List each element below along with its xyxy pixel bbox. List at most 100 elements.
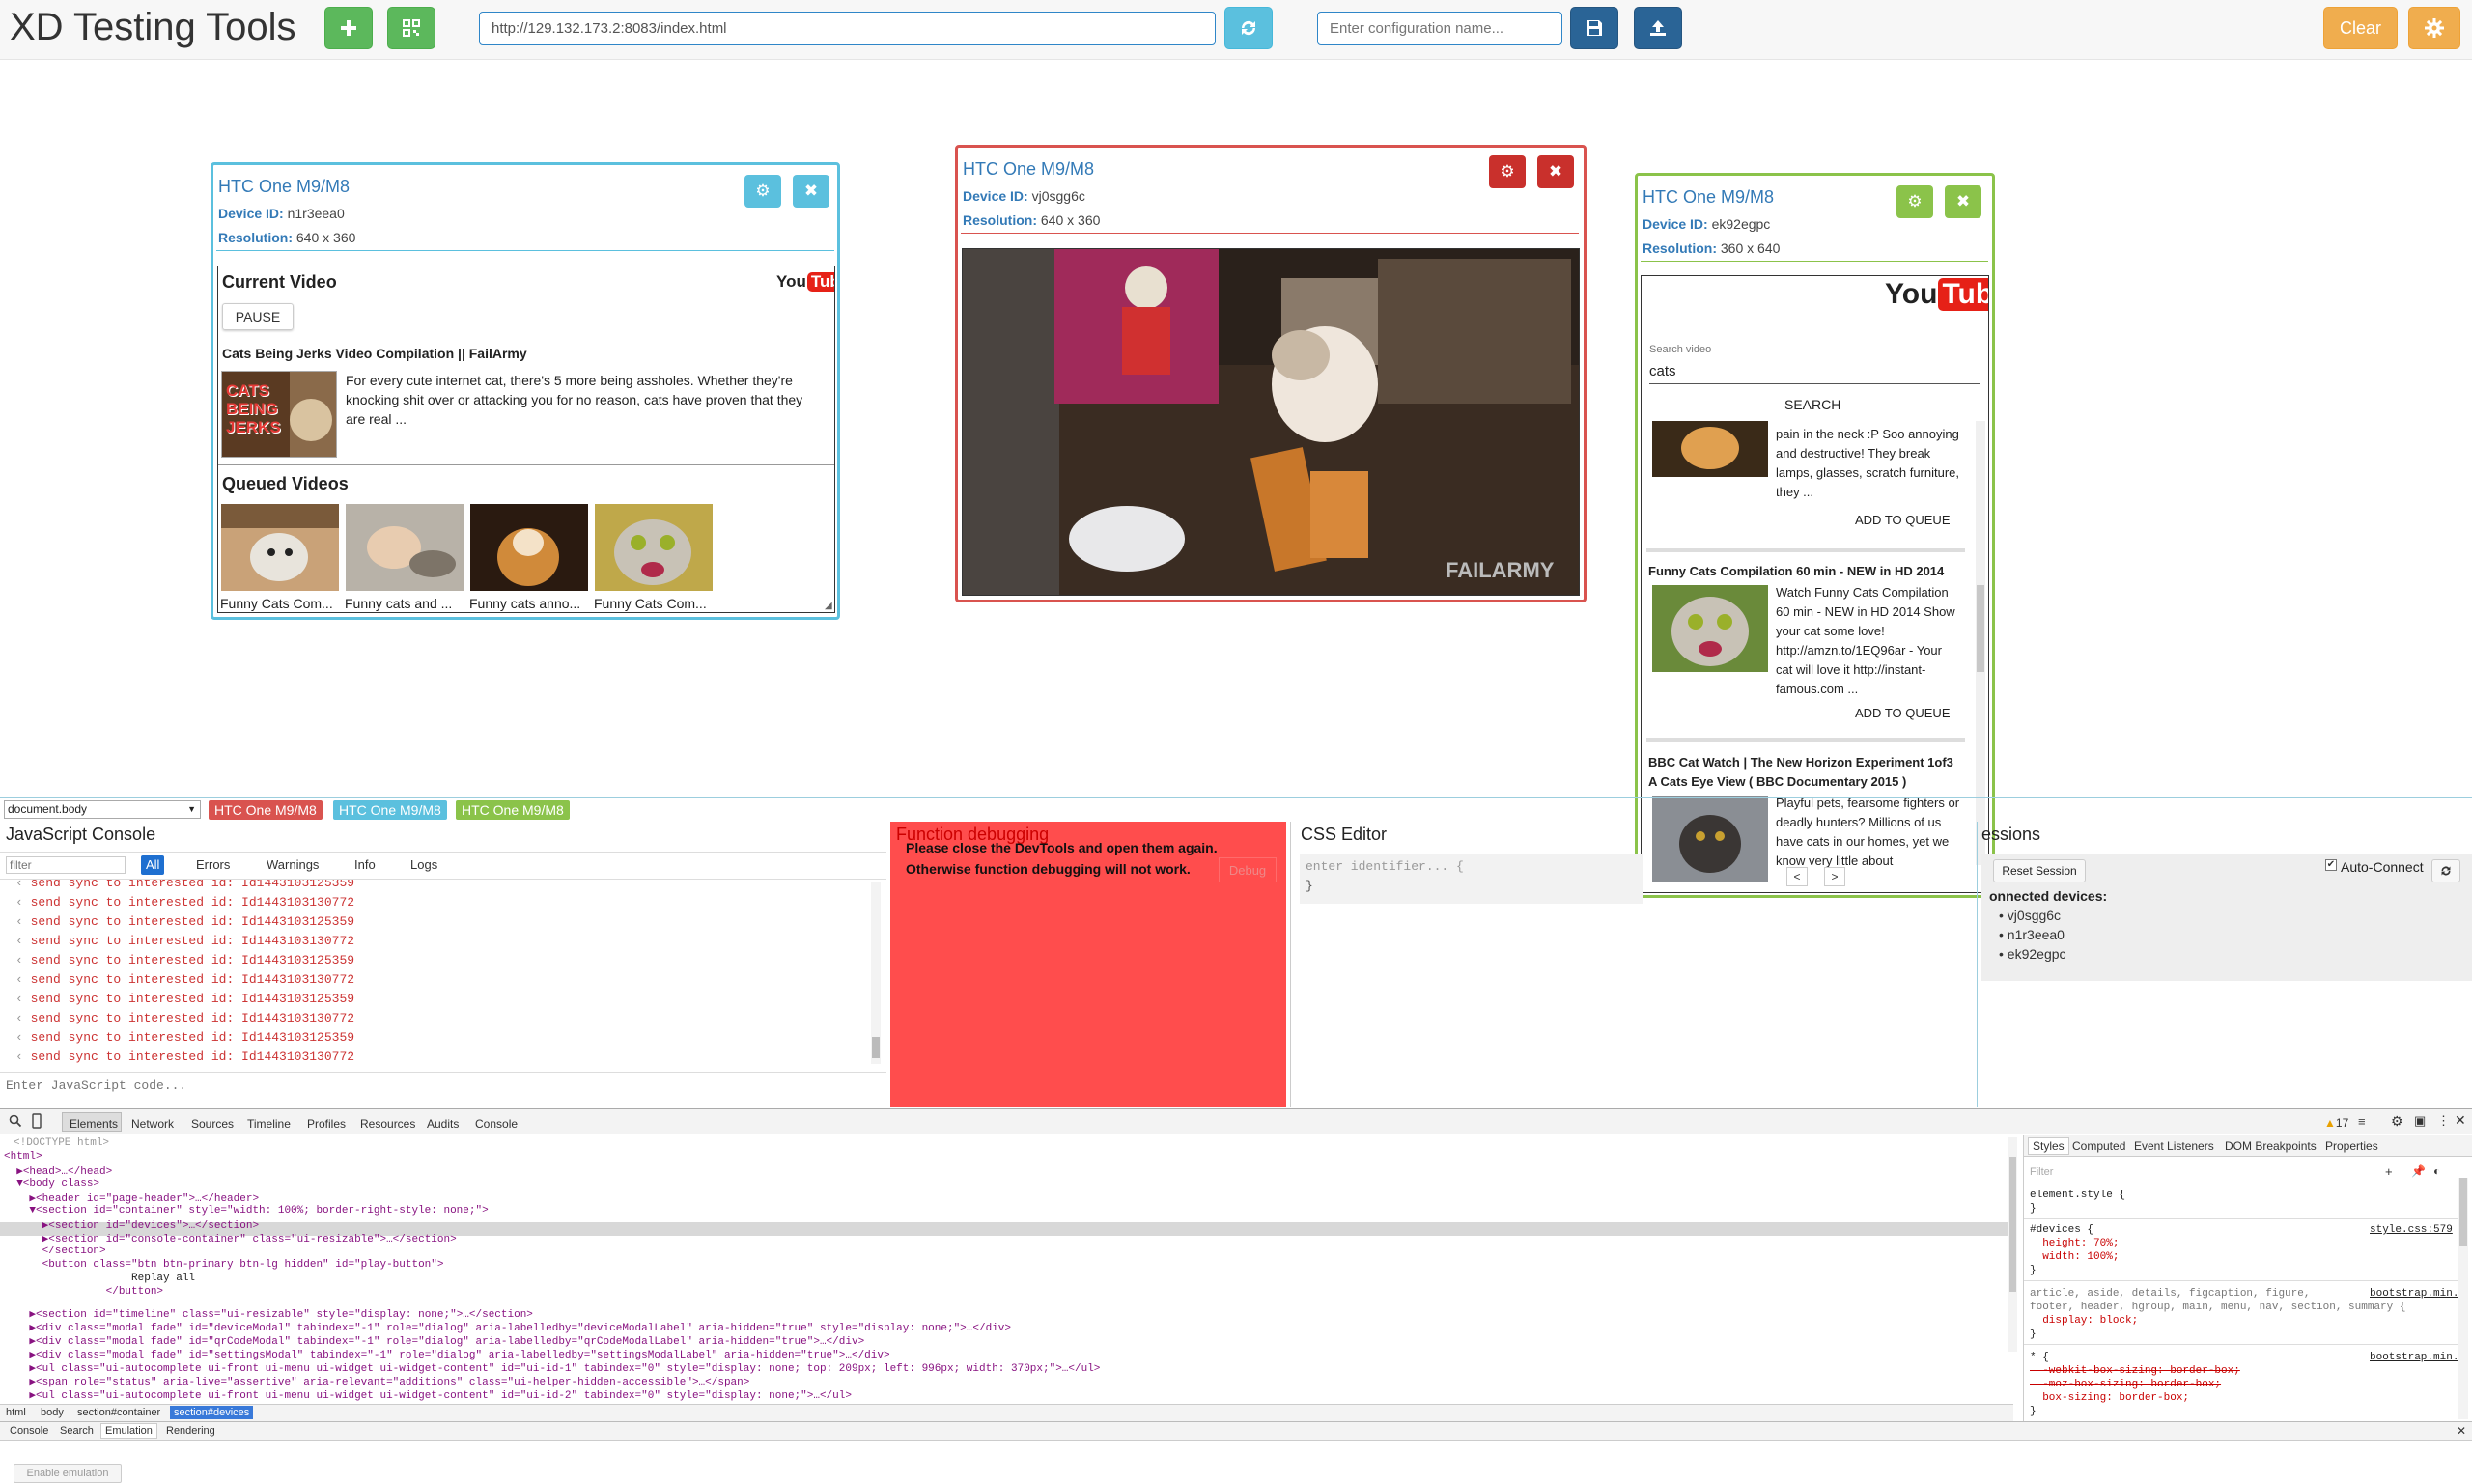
device-settings-button[interactable]: ⚙ [744,175,781,208]
tab-properties[interactable]: Properties [2325,1139,2378,1153]
tab-resources[interactable]: Resources [360,1117,415,1131]
next-page-button[interactable]: > [1824,867,1845,886]
queued-video[interactable] [595,504,713,591]
device-close-button[interactable]: ✖ [1537,155,1574,188]
debug-button[interactable]: Debug [1219,857,1277,882]
save-config-button[interactable] [1570,7,1618,49]
breadcrumb-item[interactable]: section#devices [170,1406,254,1419]
device-tag-red[interactable]: HTC One M9/M8 [209,800,323,820]
tab-computed[interactable]: Computed [2072,1139,2125,1153]
dom-node[interactable]: ▶<span role="status" aria-live="assertiv… [4,1375,749,1388]
device-tag-green[interactable]: HTC One M9/M8 [456,800,570,820]
new-style-rule-icon[interactable]: + [2385,1164,2393,1179]
refresh-button[interactable] [1224,7,1273,49]
tab-audits[interactable]: Audits [427,1117,459,1131]
filter-info[interactable]: Info [354,857,376,872]
tab-console[interactable]: Console [475,1117,518,1131]
dom-node[interactable]: ▼<body class> [4,1178,99,1190]
style-source-link[interactable]: style.css:579 [2370,1224,2453,1236]
close-icon[interactable]: ✕ [2455,1112,2466,1129]
reset-session-button[interactable]: Reset Session [1993,859,2086,882]
breadcrumb-item[interactable]: body [41,1407,64,1418]
search-button[interactable]: SEARCH [1784,397,1840,412]
dom-node[interactable]: </section> [4,1246,106,1257]
settings-button[interactable] [2408,7,2460,49]
device-close-button[interactable]: ✖ [793,175,829,208]
dom-node[interactable]: <button class="btn btn-primary btn-lg hi… [4,1259,444,1271]
styles-scrollbar[interactable] [2458,1178,2468,1419]
tab-elements[interactable]: Elements [70,1117,118,1131]
context-select[interactable]: document.body ▼ [4,800,201,819]
add-to-queue-button[interactable]: ADD TO QUEUE [1855,706,1950,720]
drawer-tab-console[interactable]: Console [10,1425,48,1437]
device-close-button[interactable]: ✖ [1945,185,1981,218]
tab-profiles[interactable]: Profiles [307,1117,346,1131]
dom-node[interactable]: ▶<div class="modal fade" id="qrCodeModal… [4,1334,864,1348]
video-player[interactable]: FAILARMY [962,248,1580,596]
dom-node[interactable]: ▶<div class="modal fade" id="settingsMod… [4,1348,889,1361]
queued-video[interactable] [221,504,339,591]
drawer-tab-search[interactable]: Search [60,1425,94,1437]
search-video-input[interactable] [1649,359,1980,384]
console-filter-input[interactable] [6,856,126,874]
tab-styles[interactable]: Styles [2028,1137,2069,1155]
element-state-icon[interactable]: 📌 [2411,1164,2426,1178]
drawer-tab-rendering[interactable]: Rendering [166,1425,215,1437]
upload-config-button[interactable] [1634,7,1682,49]
dom-node[interactable]: Replay all [4,1273,195,1284]
dom-node[interactable]: ▶<section id="devices">…</section> [4,1218,259,1232]
console-drawer-icon[interactable]: ≡ [2358,1114,2366,1129]
dom-node[interactable]: ▶<ul class="ui-autocomplete ui-front ui-… [4,1388,852,1402]
device-settings-button[interactable]: ⚙ [1896,185,1933,218]
dom-node[interactable]: ▶<head>…</head> [4,1164,112,1178]
prev-page-button[interactable]: < [1786,867,1808,886]
reconnect-button[interactable] [2431,859,2460,882]
dom-scrollbar[interactable] [2008,1137,2017,1352]
styles-filter-input[interactable]: Filter [2030,1166,2053,1178]
breadcrumb-item[interactable]: html [6,1407,26,1418]
dom-node[interactable]: <html> [4,1151,42,1162]
device-settings-button[interactable]: ⚙ [1489,155,1526,188]
enable-emulation-button[interactable]: Enable emulation [14,1464,122,1483]
tab-dom-breakpoints[interactable]: DOM Breakpoints [2225,1139,2317,1153]
console-scrollbar[interactable] [871,882,881,1064]
clear-button[interactable]: Clear [2323,7,2398,49]
dom-node[interactable]: </button> [4,1286,163,1298]
color-format-icon[interactable]: ◐ [2433,1164,2440,1178]
qr-code-button[interactable] [387,7,435,49]
add-to-queue-button[interactable]: ADD TO QUEUE [1855,513,1950,527]
search-icon[interactable] [9,1114,22,1128]
style-source-link[interactable]: bootstrap.min.css:5 [2370,1352,2458,1363]
dom-node[interactable]: ▶<section id="timeline" class="ui-resiza… [4,1307,533,1321]
dom-node[interactable]: ▶<ul class="ui-autocomplete ui-front ui-… [4,1361,1100,1375]
results-scrollbar[interactable] [1976,421,1985,865]
resize-handle[interactable]: ◢ [825,601,832,611]
breadcrumb-item[interactable]: section#container [77,1407,160,1418]
gear-icon[interactable]: ⚙ [2391,1113,2403,1130]
filter-errors[interactable]: Errors [196,857,230,872]
css-editor-box[interactable]: enter identifier... { } [1300,854,1643,904]
filter-warnings[interactable]: Warnings [267,857,319,872]
queued-video[interactable] [470,504,588,591]
device-tag-blue[interactable]: HTC One M9/M8 [333,800,447,820]
dom-node[interactable]: ▼<section id="container" style="width: 1… [4,1205,488,1217]
drawer-tab-emulation[interactable]: Emulation [100,1423,157,1439]
filter-all[interactable]: All [141,855,165,875]
dom-node[interactable]: ▶<header id="page-header">…</header> [4,1191,259,1205]
javascript-input[interactable] [6,1077,875,1094]
url-input[interactable] [479,12,1216,45]
config-name-input[interactable] [1317,12,1562,45]
tab-event-listeners[interactable]: Event Listeners [2134,1139,2214,1153]
close-drawer-icon[interactable]: ✕ [2457,1424,2466,1438]
device-mode-icon[interactable] [32,1113,42,1129]
warning-count[interactable]: ▲17 [2324,1116,2348,1130]
style-source-link[interactable]: bootstrap.min.css:5 [2370,1288,2458,1300]
filter-logs[interactable]: Logs [410,857,437,872]
more-icon[interactable]: ⋮ [2437,1113,2450,1129]
css-identifier-input[interactable]: enter identifier... { [1306,859,1464,874]
tab-timeline[interactable]: Timeline [247,1117,291,1131]
tab-sources[interactable]: Sources [191,1117,234,1131]
add-device-button[interactable] [324,7,373,49]
dock-icon[interactable]: ▣ [2414,1113,2426,1129]
auto-connect-checkbox[interactable]: ✔ [2325,859,2337,871]
